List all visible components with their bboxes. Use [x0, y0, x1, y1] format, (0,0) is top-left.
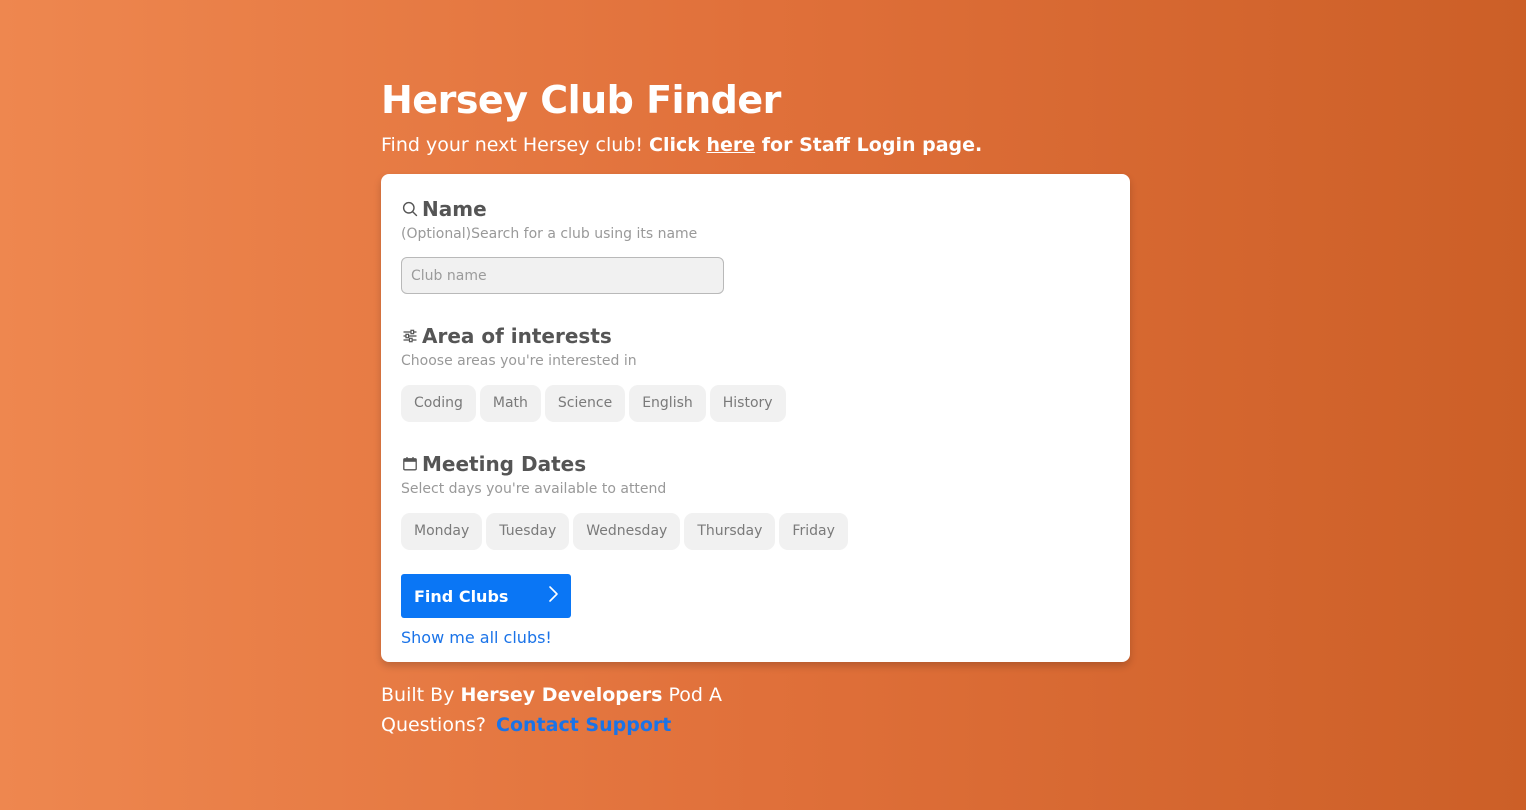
built-by-team: Hersey Developers: [460, 684, 663, 706]
interest-chip-english[interactable]: English: [629, 385, 706, 422]
questions-label: Questions?: [381, 714, 493, 736]
interest-chip-history[interactable]: History: [709, 385, 786, 422]
name-section-title: Name: [401, 196, 1110, 222]
subtitle-text: Find your next Hersey club!: [381, 134, 650, 156]
meeting-dates-section-title: Meeting Dates: [401, 451, 1110, 477]
sliders-icon: [401, 327, 419, 345]
day-chip-friday[interactable]: Friday: [779, 513, 848, 550]
footer: Built By Hersey Developers Pod A Questio…: [381, 680, 1130, 740]
interests-section-description: Choose areas you're interested in: [401, 353, 637, 369]
questions-line: Questions? Contact Support: [381, 710, 1130, 740]
meeting-dates-section-description: Select days you're available to attend: [401, 481, 667, 497]
interest-chip-coding[interactable]: Coding: [401, 385, 476, 422]
contact-support-link[interactable]: Contact Support: [496, 714, 671, 736]
day-chip-monday[interactable]: Monday: [401, 513, 483, 550]
day-options: Monday Tuesday Wednesday Thursday Friday: [401, 513, 1110, 550]
main-container: Hersey Club Finder Find your next Hersey…: [381, 74, 1130, 740]
meeting-dates-section-label: Meeting Dates: [422, 452, 587, 476]
built-by-line: Built By Hersey Developers Pod A: [381, 680, 1130, 710]
calendar-icon: [401, 455, 419, 473]
interest-chip-math[interactable]: Math: [479, 385, 541, 422]
search-icon: [401, 200, 419, 218]
day-chip-thursday[interactable]: Thursday: [684, 513, 776, 550]
meeting-dates-section: Meeting Dates Select days you're availab…: [401, 451, 1110, 550]
day-chip-wednesday[interactable]: Wednesday: [573, 513, 681, 550]
chevron-right-icon: [547, 585, 559, 607]
find-clubs-button[interactable]: Find Clubs: [401, 574, 571, 618]
find-clubs-label: Find Clubs: [414, 586, 509, 606]
interest-chip-science[interactable]: Science: [544, 385, 626, 422]
interest-options: Coding Math Science English History: [401, 385, 1110, 422]
name-section-label: Name: [422, 197, 487, 221]
show-all-clubs-link[interactable]: Show me all clubs!: [401, 628, 552, 647]
interests-section: Area of interests Choose areas you're in…: [401, 323, 1110, 422]
subtitle-tail-text: for Staff Login page.: [755, 134, 983, 156]
interests-section-label: Area of interests: [422, 324, 612, 348]
page-subtitle: Find your next Hersey club! Click here f…: [381, 132, 1130, 158]
interests-section-title: Area of interests: [401, 323, 1110, 349]
name-section-description: (Optional)Search for a club using its na…: [401, 226, 698, 242]
built-by-prefix: Built By: [381, 684, 461, 706]
subtitle-click-text: Click: [649, 134, 707, 156]
name-section: Name (Optional)Search for a club using i…: [401, 196, 1110, 294]
staff-login-link[interactable]: here: [707, 134, 756, 156]
search-form-card: Name (Optional)Search for a club using i…: [381, 174, 1130, 662]
built-by-suffix: Pod A: [662, 684, 723, 706]
day-chip-tuesday[interactable]: Tuesday: [486, 513, 570, 550]
page-title: Hersey Club Finder: [381, 78, 781, 122]
club-name-input[interactable]: [401, 257, 724, 294]
